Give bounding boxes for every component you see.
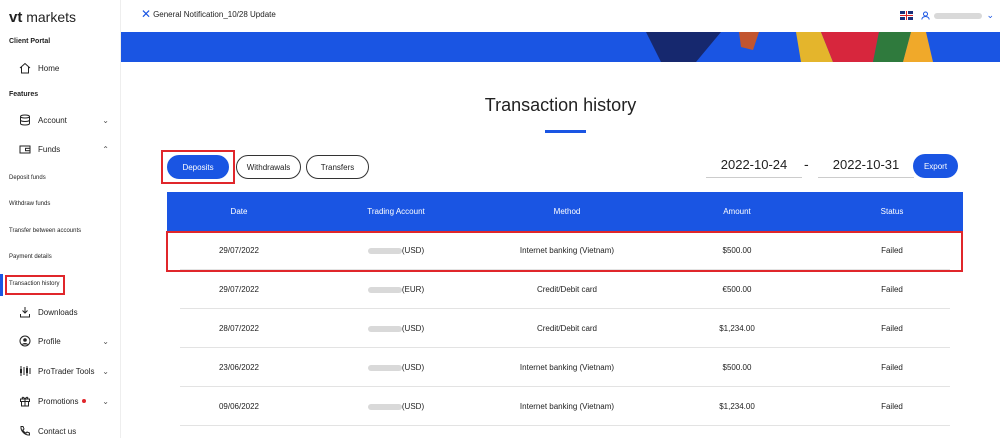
highlight-box bbox=[5, 275, 65, 295]
tab-transfers[interactable]: Transfers bbox=[306, 155, 369, 179]
account-number-redacted bbox=[367, 403, 402, 410]
cell-account: (USD) bbox=[311, 324, 481, 333]
sidebar-item-home[interactable]: Home bbox=[0, 55, 121, 81]
cell-status: Failed bbox=[881, 324, 903, 333]
export-button[interactable]: Export bbox=[913, 154, 958, 178]
page-title: Transaction history bbox=[484, 95, 637, 115]
cell-date: 23/06/2022 bbox=[218, 363, 260, 372]
cell-amount: $1,234.00 bbox=[719, 402, 755, 411]
gift-icon bbox=[18, 394, 32, 408]
highlight-box bbox=[166, 231, 963, 272]
notification[interactable]: ✕ General Notification_10/28 Update bbox=[141, 8, 276, 20]
cell-date: 29/07/2022 bbox=[218, 285, 260, 294]
section-client-portal: Client Portal bbox=[9, 38, 51, 45]
date-separator: - bbox=[804, 156, 809, 172]
cell-currency: (USD) bbox=[401, 402, 425, 411]
chevron-down-icon: ⌄ bbox=[102, 336, 109, 346]
cell-method: Credit/Debit card bbox=[536, 285, 598, 294]
date-to-field[interactable]: 2022-10-31 bbox=[818, 152, 914, 178]
table-row[interactable]: 29/07/2022 (EUR) Credit/Debit card €500.… bbox=[167, 270, 963, 309]
close-icon[interactable]: ✕ bbox=[141, 8, 151, 20]
title-underline bbox=[545, 130, 586, 133]
date-from-field[interactable]: 2022-10-24 bbox=[706, 152, 802, 178]
user-name-redacted bbox=[934, 12, 983, 19]
uk-flag-icon[interactable] bbox=[900, 11, 914, 20]
phone-icon bbox=[18, 424, 32, 438]
sidebar-item-funds[interactable]: Funds ⌃ bbox=[0, 136, 121, 162]
top-bar: ✕ General Notification_10/28 Update ⌄ bbox=[121, 0, 1000, 32]
brand-logo[interactable]: vt markets bbox=[9, 9, 76, 26]
cell-account: (USD) bbox=[311, 363, 481, 372]
sidebar-sub-deposit-funds[interactable]: Deposit funds bbox=[9, 175, 46, 181]
col-amount: Amount bbox=[723, 207, 751, 216]
cell-method: Credit/Debit card bbox=[536, 324, 598, 333]
cell-amount: $500.00 bbox=[722, 363, 752, 372]
cell-currency: (USD) bbox=[401, 363, 425, 372]
sidebar-item-contact[interactable]: Contact us bbox=[0, 418, 121, 444]
table-row[interactable]: 28/07/2022 (USD) Credit/Debit card $1,23… bbox=[167, 309, 963, 348]
sidebar-item-profile[interactable]: Profile ⌄ bbox=[0, 328, 121, 354]
cell-currency: (USD) bbox=[401, 324, 425, 333]
cell-currency: (EUR) bbox=[401, 285, 425, 294]
wallet-icon bbox=[18, 142, 32, 156]
chevron-down-icon: ⌄ bbox=[102, 366, 109, 376]
cell-amount: €500.00 bbox=[722, 285, 752, 294]
col-date: Date bbox=[230, 207, 248, 216]
database-icon bbox=[18, 113, 32, 127]
chevron-down-icon: ⌄ bbox=[102, 115, 109, 125]
notification-dot bbox=[82, 399, 87, 403]
account-number-redacted bbox=[367, 364, 402, 371]
sidebar-item-promotions[interactable]: Promotions ⌄ bbox=[0, 388, 121, 414]
sidebar-sub-withdraw-funds[interactable]: Withdraw funds bbox=[9, 201, 50, 207]
chevron-down-icon: ⌄ bbox=[986, 10, 994, 20]
cell-amount: $1,234.00 bbox=[719, 324, 755, 333]
user-icon bbox=[921, 11, 931, 20]
section-features: Features bbox=[9, 91, 39, 98]
col-trading-account: Trading Account bbox=[367, 207, 425, 216]
cell-method: Internet banking (Vietnam) bbox=[519, 402, 615, 411]
transactions-table: Date Trading Account Method Amount Statu… bbox=[167, 192, 963, 426]
cell-status: Failed bbox=[881, 285, 903, 294]
highlight-box bbox=[161, 150, 235, 184]
cell-method: Internet banking (Vietnam) bbox=[519, 363, 615, 372]
table-row[interactable]: 23/06/2022 (USD) Internet banking (Vietn… bbox=[167, 348, 963, 387]
tab-withdrawals[interactable]: Withdrawals bbox=[236, 155, 301, 179]
promo-banner[interactable] bbox=[121, 32, 1000, 62]
chevron-up-icon: ⌃ bbox=[102, 144, 109, 154]
cell-status: Failed bbox=[881, 363, 903, 372]
download-icon bbox=[18, 305, 32, 319]
sidebar: vt markets Client Portal Home Features A… bbox=[0, 0, 121, 438]
home-icon bbox=[18, 61, 32, 75]
banner-art bbox=[646, 32, 933, 62]
cell-status: Failed bbox=[881, 402, 903, 411]
cell-date: 09/06/2022 bbox=[218, 402, 260, 411]
col-method: Method bbox=[553, 207, 581, 216]
sidebar-item-account[interactable]: Account ⌄ bbox=[0, 107, 121, 133]
user-circle-icon bbox=[18, 334, 32, 348]
sidebar-item-downloads[interactable]: Downloads bbox=[0, 299, 121, 325]
col-status: Status bbox=[880, 207, 904, 216]
notification-text: General Notification_10/28 Update bbox=[153, 9, 276, 19]
sidebar-item-protrader[interactable]: ProTrader Tools ⌄ bbox=[0, 358, 121, 384]
cell-account: (EUR) bbox=[311, 285, 481, 294]
active-indicator bbox=[0, 274, 3, 296]
sidebar-sub-transfer[interactable]: Transfer between accounts bbox=[9, 228, 81, 234]
candlestick-icon bbox=[18, 364, 32, 378]
chevron-down-icon: ⌄ bbox=[102, 396, 109, 406]
user-menu[interactable]: ⌄ bbox=[921, 10, 994, 21]
account-number-redacted bbox=[367, 325, 402, 332]
cell-account: (USD) bbox=[311, 402, 481, 411]
table-header: Date Trading Account Method Amount Statu… bbox=[167, 192, 963, 231]
account-number-redacted bbox=[367, 286, 402, 293]
sidebar-sub-payment-details[interactable]: Payment details bbox=[9, 254, 52, 260]
cell-date: 28/07/2022 bbox=[218, 324, 260, 333]
table-row[interactable]: 09/06/2022 (USD) Internet banking (Vietn… bbox=[167, 387, 963, 426]
